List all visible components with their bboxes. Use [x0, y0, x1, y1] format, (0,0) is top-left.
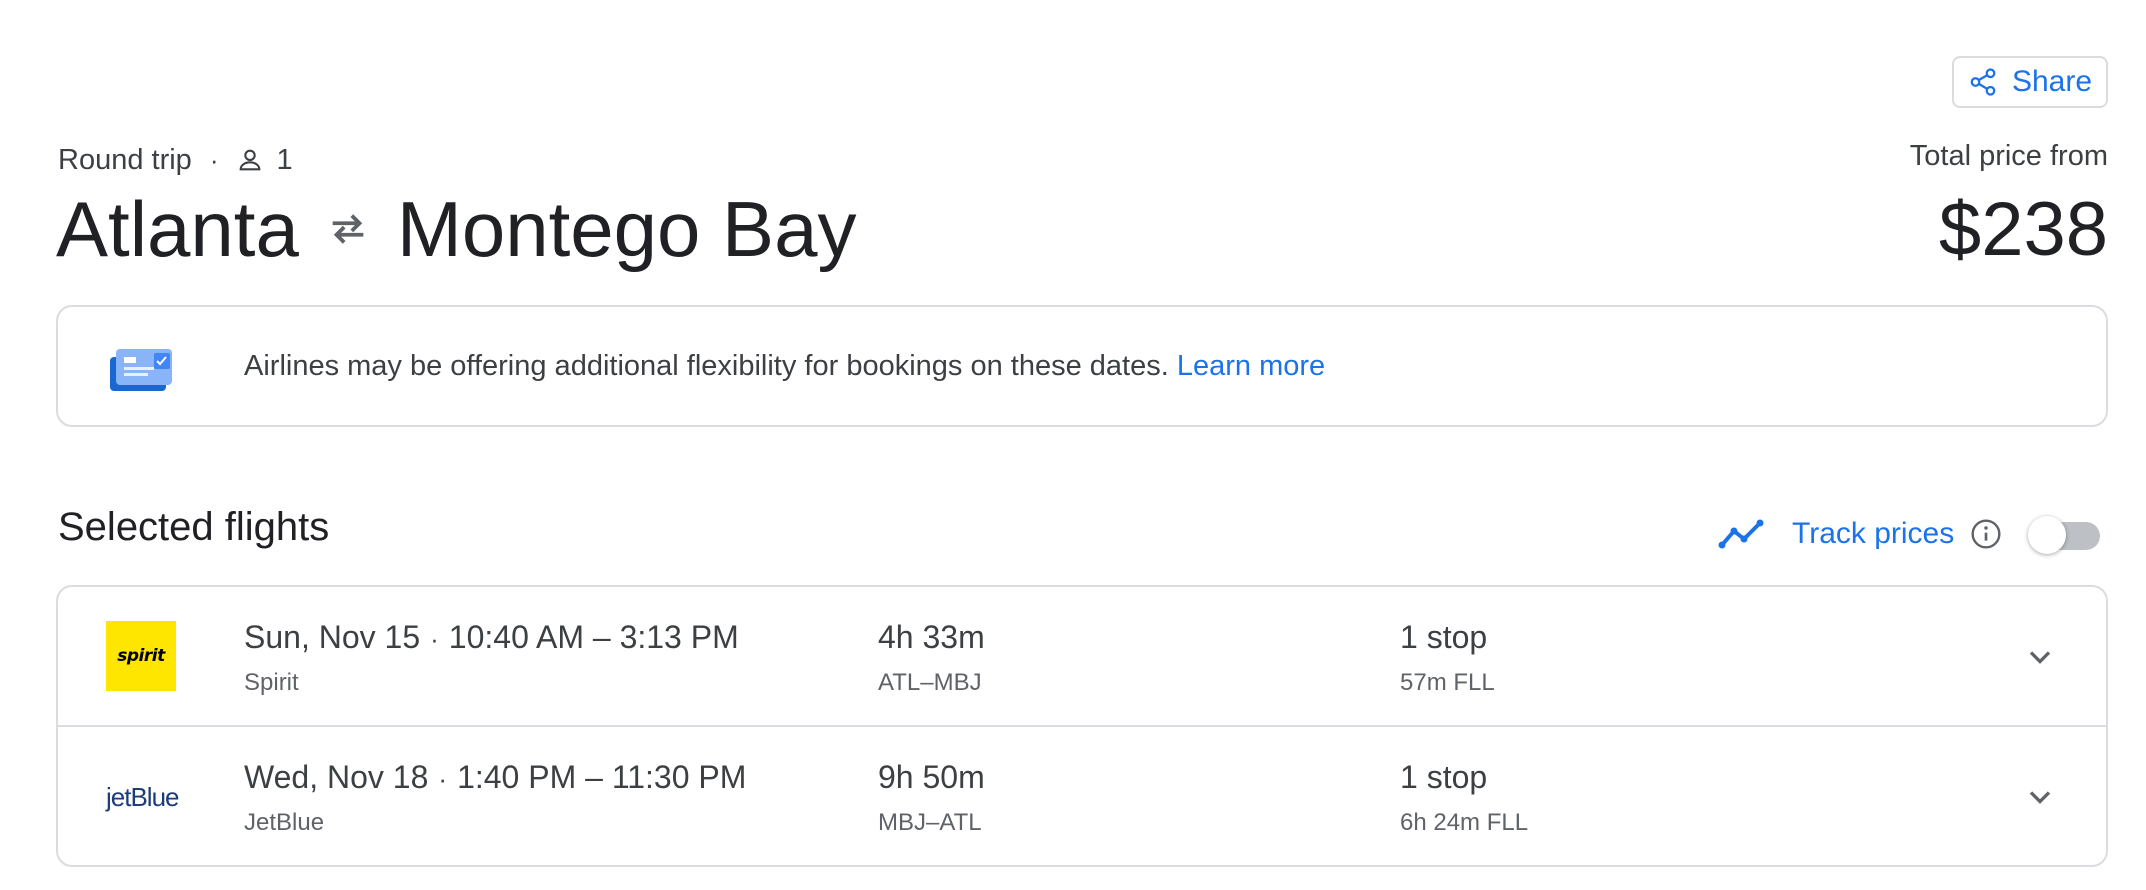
flight-stops: 1 stop: [1400, 619, 1488, 655]
flight-times: 1:40 PM – 11:30 PM: [457, 759, 747, 795]
section-title: Selected flights: [58, 505, 330, 549]
flight-stops: 1 stop: [1400, 759, 1488, 795]
flight-route: ATL–MBJ: [878, 669, 982, 696]
flight-date: Sun, Nov 15: [244, 619, 421, 655]
passenger-count: 1: [276, 143, 293, 176]
flight-date-times: Wed, Nov 18 · 1:40 PM – 11:30 PM: [244, 759, 746, 796]
notice-message: Airlines may be offering additional flex…: [244, 349, 1177, 382]
flight-layover: 57m FLL: [1400, 669, 1495, 696]
flight-times: 10:40 AM – 3:13 PM: [448, 619, 739, 655]
separator-dot: ·: [430, 624, 439, 654]
flight-date-times: Sun, Nov 15 · 10:40 AM – 3:13 PM: [244, 619, 739, 656]
origin-city: Atlanta: [56, 184, 299, 273]
separator-dot: ·: [209, 144, 219, 175]
flexibility-notice: Airlines may be offering additional flex…: [56, 305, 2108, 427]
airline-name: Spirit: [244, 669, 299, 696]
jetblue-logo: jetBlue: [106, 777, 186, 817]
track-prices[interactable]: Track prices: [1718, 512, 2002, 556]
page-title: Atlanta Montego Bay: [56, 184, 856, 274]
flight-route: MBJ–ATL: [878, 809, 982, 836]
track-prices-label[interactable]: Track prices: [1792, 517, 1954, 551]
toggle-knob: [2028, 516, 2066, 554]
trip-type: Round trip: [58, 143, 192, 176]
track-prices-toggle[interactable]: [2028, 516, 2104, 554]
spirit-logo: spirit: [106, 621, 176, 691]
share-label: Share: [2011, 65, 2093, 98]
airline-name: JetBlue: [244, 809, 325, 836]
logo-text: spirit: [117, 646, 165, 666]
chevron-down-icon[interactable]: [2022, 779, 2058, 815]
separator-dot: ·: [438, 764, 448, 794]
swap-arrows-icon: [332, 214, 364, 244]
total-price: $238: [1938, 187, 2108, 272]
flight-layover: 6h 24m FLL: [1400, 809, 1529, 836]
chevron-down-icon[interactable]: [2022, 639, 2058, 675]
trip-summary: Round trip · 1: [58, 140, 293, 180]
notice-text: Airlines may be offering additional flex…: [244, 350, 1325, 383]
flight-date: Wed, Nov 18: [244, 759, 429, 795]
learn-more-link[interactable]: Learn more: [1177, 350, 1325, 382]
flight-row[interactable]: jetBlue Wed, Nov 18 · 1:40 PM – 11:30 PM J…: [58, 727, 2106, 865]
person-icon: [240, 149, 261, 171]
flexible-booking-icon: [110, 349, 172, 391]
selected-flights-list: spirit Sun, Nov 15 · 10:40 AM – 3:13 PM Sp…: [56, 585, 2108, 867]
flight-row[interactable]: spirit Sun, Nov 15 · 10:40 AM – 3:13 PM Sp…: [58, 587, 2106, 727]
total-price-label: Total price from: [1909, 140, 2108, 172]
flight-duration: 4h 33m: [878, 619, 985, 655]
share-button[interactable]: Share: [1952, 56, 2108, 108]
destination-city: Montego Bay: [396, 184, 857, 273]
info-icon[interactable]: [1970, 518, 2002, 550]
trend-line-icon: [1718, 519, 1764, 549]
flight-duration: 9h 50m: [878, 759, 985, 795]
logo-text: jetBlue: [106, 781, 179, 812]
share-icon: [1970, 68, 1996, 96]
